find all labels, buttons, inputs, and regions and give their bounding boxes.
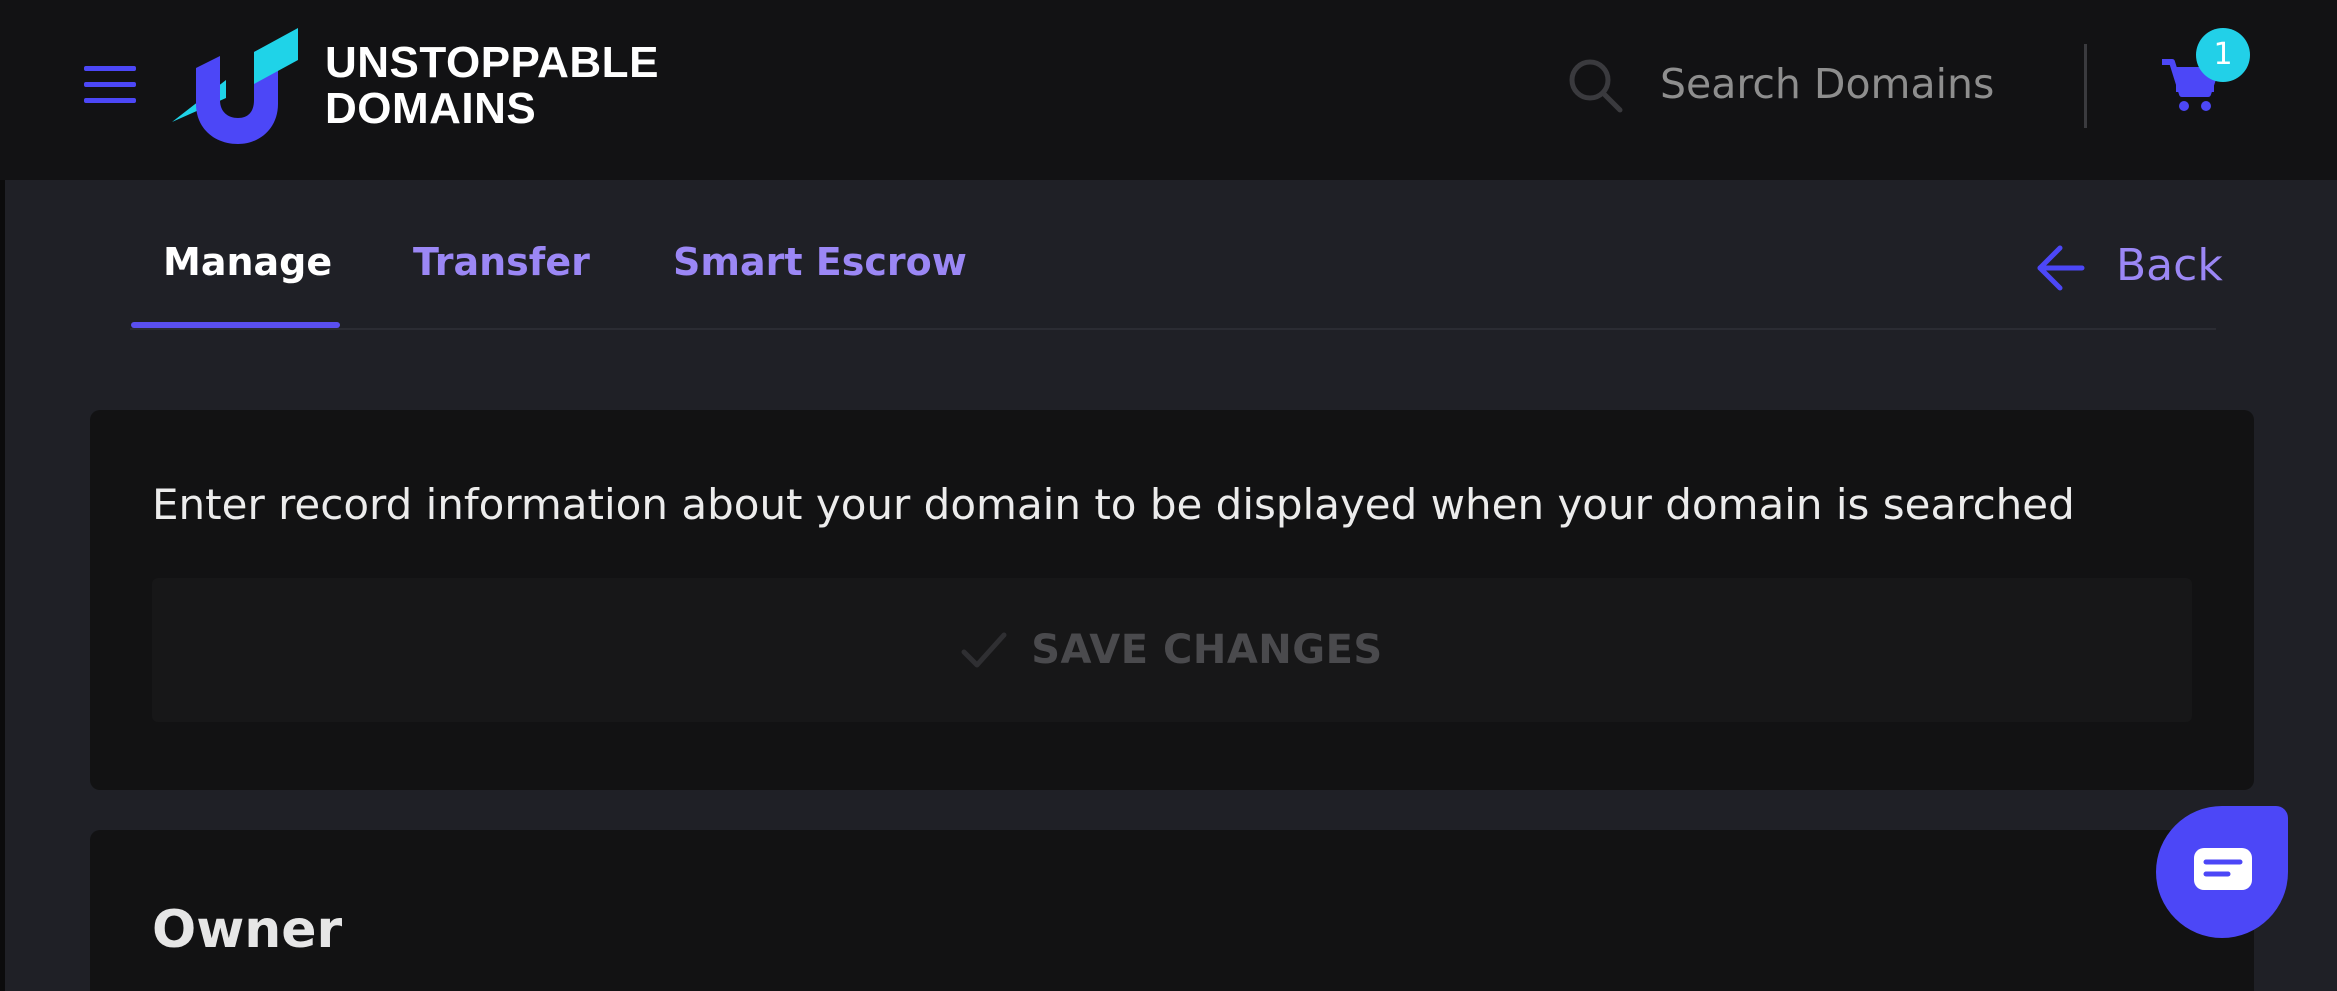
tabs-divider	[130, 328, 2216, 330]
back-label: Back	[2116, 240, 2223, 291]
arrow-left-icon	[2037, 245, 2085, 291]
search-input[interactable]	[1660, 52, 2050, 116]
owner-heading: Owner	[152, 900, 343, 960]
tab-transfer[interactable]: Transfer	[413, 240, 590, 284]
brand-line-1: UNSTOPPABLE	[325, 38, 659, 87]
header-divider	[2084, 44, 2087, 128]
chat-button[interactable]	[2156, 806, 2288, 938]
tab-smart-escrow[interactable]: Smart Escrow	[673, 240, 967, 284]
chat-bubble-icon	[2194, 848, 2252, 890]
checkmark-icon	[961, 632, 1007, 668]
records-card: Enter record information about your doma…	[90, 410, 2254, 790]
tab-manage[interactable]: Manage	[163, 240, 332, 284]
top-navbar: UNSTOPPABLE DOMAINS 1	[0, 0, 2337, 180]
save-changes-button[interactable]: SAVE CHANGES	[152, 578, 2192, 722]
brand-name[interactable]: UNSTOPPABLE DOMAINS	[325, 40, 659, 132]
unstoppable-logo-icon[interactable]	[168, 28, 300, 146]
save-changes-label: SAVE CHANGES	[1031, 627, 1383, 673]
brand-line-2: DOMAINS	[325, 84, 537, 133]
search-icon	[1569, 59, 1623, 113]
cart-count-badge: 1	[2196, 28, 2250, 82]
hamburger-menu-icon[interactable]	[84, 66, 136, 104]
owner-card: Owner	[90, 830, 2254, 991]
records-description: Enter record information about your doma…	[152, 480, 2075, 529]
